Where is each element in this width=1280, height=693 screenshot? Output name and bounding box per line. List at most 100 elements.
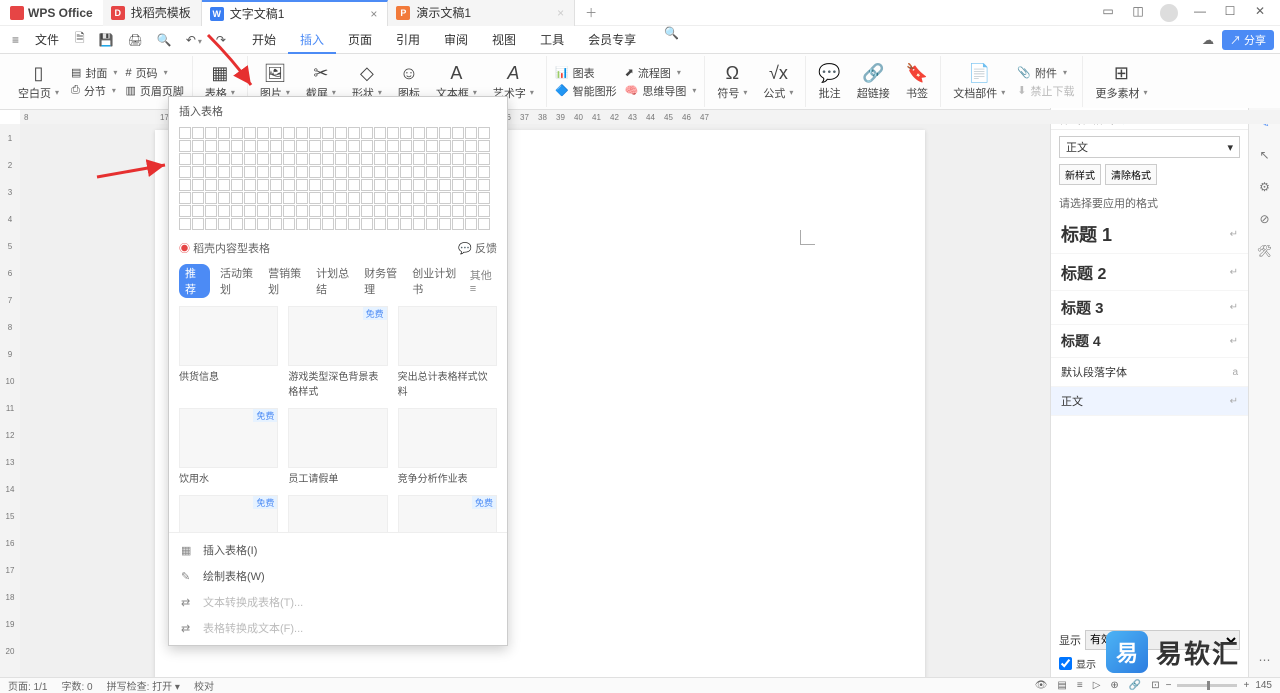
zoom-in-icon[interactable]: +	[1243, 680, 1249, 691]
grid-cell[interactable]	[387, 166, 399, 178]
grid-cell[interactable]	[452, 179, 464, 191]
grid-cell[interactable]	[465, 205, 477, 217]
grid-cell[interactable]	[218, 166, 230, 178]
grid-cell[interactable]	[218, 218, 230, 230]
tools-panel-icon[interactable]: 🛠	[1256, 242, 1274, 260]
grid-cell[interactable]	[439, 140, 451, 152]
grid-cell[interactable]	[205, 166, 217, 178]
formula-button[interactable]: √x公式	[755, 61, 801, 103]
grid-cell[interactable]	[205, 140, 217, 152]
grid-cell[interactable]	[478, 166, 490, 178]
template-card[interactable]	[179, 306, 278, 366]
current-style-select[interactable]: 正文▾	[1059, 136, 1240, 158]
template-card[interactable]: 免费	[179, 408, 278, 468]
user-avatar-icon[interactable]	[1160, 4, 1178, 22]
grid-cell[interactable]	[426, 127, 438, 139]
grid-cell[interactable]	[439, 153, 451, 165]
grid-cell[interactable]	[283, 205, 295, 217]
style-item[interactable]: 正文↵	[1051, 387, 1248, 416]
grid-cell[interactable]	[309, 218, 321, 230]
grid-cell[interactable]	[309, 127, 321, 139]
grid-cell[interactable]	[322, 179, 334, 191]
grid-cell[interactable]	[322, 205, 334, 217]
symbol-button[interactable]: Ω符号	[709, 61, 755, 103]
grid-cell[interactable]	[361, 218, 373, 230]
grid-cell[interactable]	[231, 205, 243, 217]
print-preview-icon[interactable]: 🔍	[151, 33, 178, 47]
grid-cell[interactable]	[270, 179, 282, 191]
grid-cell[interactable]	[452, 218, 464, 230]
grid-cell[interactable]	[361, 179, 373, 191]
grid-cell[interactable]	[387, 127, 399, 139]
grid-cell[interactable]	[270, 127, 282, 139]
docparts-button[interactable]: 📄文档部件	[945, 61, 1013, 103]
grid-cell[interactable]	[179, 153, 191, 165]
feedback-link[interactable]: 💬 反馈	[458, 240, 497, 256]
win-cube-icon[interactable]: ◫	[1130, 4, 1146, 22]
grid-cell[interactable]	[192, 179, 204, 191]
grid-cell[interactable]	[426, 179, 438, 191]
grid-cell[interactable]	[400, 127, 412, 139]
grid-cell[interactable]	[478, 127, 490, 139]
grid-cell[interactable]	[283, 166, 295, 178]
grid-cell[interactable]	[322, 166, 334, 178]
grid-cell[interactable]	[257, 192, 269, 204]
grid-cell[interactable]	[452, 140, 464, 152]
grid-cell[interactable]	[218, 179, 230, 191]
grid-cell[interactable]	[374, 166, 386, 178]
tab-member[interactable]: 会员专享	[576, 26, 648, 54]
grid-cell[interactable]	[452, 127, 464, 139]
view-link-icon[interactable]: 🔗	[1129, 680, 1141, 691]
smartart-button[interactable]: 🔷 智能图形	[555, 83, 617, 99]
grid-cell[interactable]	[257, 205, 269, 217]
grid-cell[interactable]	[296, 218, 308, 230]
grid-cell[interactable]	[374, 153, 386, 165]
zoom-out-icon[interactable]: −	[1166, 680, 1172, 691]
grid-cell[interactable]	[179, 127, 191, 139]
chart-button[interactable]: 📊 图表	[555, 65, 617, 81]
grid-cell[interactable]	[413, 140, 425, 152]
tpl-tab-event[interactable]: 活动策划	[220, 265, 258, 297]
grid-cell[interactable]	[192, 218, 204, 230]
grid-cell[interactable]	[244, 140, 256, 152]
grid-cell[interactable]	[400, 205, 412, 217]
grid-cell[interactable]	[322, 218, 334, 230]
grid-cell[interactable]	[439, 218, 451, 230]
grid-cell[interactable]	[465, 127, 477, 139]
grid-cell[interactable]	[231, 166, 243, 178]
grid-cell[interactable]	[296, 140, 308, 152]
grid-cell[interactable]	[335, 153, 347, 165]
grid-cell[interactable]	[348, 140, 360, 152]
grid-cell[interactable]	[361, 192, 373, 204]
grid-cell[interactable]	[244, 218, 256, 230]
grid-cell[interactable]	[439, 166, 451, 178]
grid-cell[interactable]	[348, 218, 360, 230]
template-card[interactable]: 免费	[398, 495, 497, 532]
style-item[interactable]: 默认段落字体a	[1051, 358, 1248, 387]
grid-cell[interactable]	[231, 153, 243, 165]
proofing-status[interactable]: 校对	[194, 678, 214, 693]
grid-cell[interactable]	[361, 205, 373, 217]
grid-cell[interactable]	[179, 166, 191, 178]
tab-view[interactable]: 视图	[480, 26, 528, 54]
grid-cell[interactable]	[452, 205, 464, 217]
view-read-icon[interactable]: ▷	[1093, 680, 1101, 691]
grid-cell[interactable]	[179, 205, 191, 217]
grid-cell[interactable]	[387, 153, 399, 165]
grid-cell[interactable]	[465, 166, 477, 178]
grid-cell[interactable]	[244, 153, 256, 165]
view-outline-icon[interactable]: ≡	[1077, 680, 1083, 691]
grid-cell[interactable]	[205, 205, 217, 217]
grid-cell[interactable]	[244, 205, 256, 217]
grid-cell[interactable]	[361, 166, 373, 178]
style-item[interactable]: 标题 4↵	[1051, 325, 1248, 358]
grid-cell[interactable]	[361, 153, 373, 165]
attachment-button[interactable]: 📎 附件	[1017, 65, 1074, 81]
file-menu[interactable]: 文件	[27, 31, 67, 48]
grid-cell[interactable]	[335, 192, 347, 204]
grid-cell[interactable]	[426, 192, 438, 204]
search-icon[interactable]: 🔍	[658, 26, 685, 54]
tab-tools[interactable]: 工具	[528, 26, 576, 54]
grid-cell[interactable]	[283, 218, 295, 230]
grid-cell[interactable]	[387, 205, 399, 217]
